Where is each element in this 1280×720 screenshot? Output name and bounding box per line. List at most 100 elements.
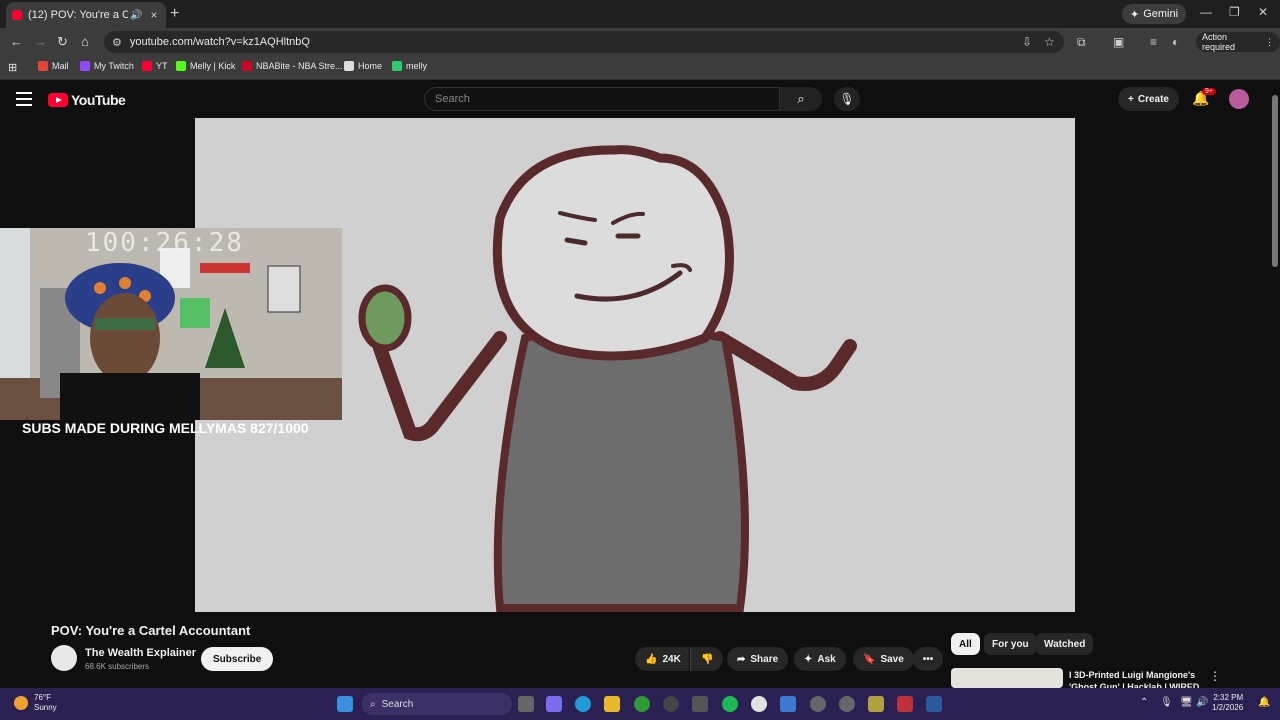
kick-icon <box>176 61 186 71</box>
thumbs-up-icon: 👍 <box>645 653 658 665</box>
create-button[interactable]: + Create <box>1118 87 1179 111</box>
clock-time: 2:32 PM <box>1213 693 1244 702</box>
app-icon[interactable] <box>839 696 855 712</box>
task-view-icon[interactable] <box>518 696 534 712</box>
like-button[interactable]: 👍 24K <box>635 647 689 671</box>
subscribe-button[interactable]: Subscribe <box>201 647 274 671</box>
url-bar[interactable]: ⚙ youtube.com/watch?v=kz1AQHltnbQ <box>104 31 1064 53</box>
youtube-favicon-icon <box>12 10 22 20</box>
youtube-logo[interactable]: YouTube <box>48 92 126 108</box>
reload-icon[interactable]: ↻ <box>57 34 68 50</box>
sidepanel-icon[interactable]: ▣ <box>1113 35 1124 49</box>
minimize-icon[interactable]: — <box>1200 5 1212 19</box>
mic-tray-icon[interactable]: 🎙 <box>1160 697 1173 708</box>
bookmark-mail[interactable]: Mail <box>38 61 69 71</box>
bookmark-label: Mail <box>52 61 69 71</box>
restore-icon[interactable]: ❐ <box>1229 5 1240 19</box>
back-icon[interactable]: ← <box>10 34 23 49</box>
chip-for-you[interactable]: For you <box>984 633 1037 655</box>
microphone-icon: 🎙 <box>839 92 855 106</box>
bookmark-twitch[interactable]: My Twitch <box>80 61 134 71</box>
bookmark-home[interactable]: Home <box>344 61 382 71</box>
spotify-icon[interactable] <box>722 696 738 712</box>
account-avatar[interactable] <box>1229 89 1249 109</box>
weather-condition: Sunny <box>34 703 57 712</box>
close-window-icon[interactable]: ✕ <box>1258 5 1268 19</box>
save-button[interactable]: 🔖 Save <box>853 647 914 671</box>
chrome-icon[interactable] <box>751 696 767 712</box>
install-app-icon[interactable]: ⇩ <box>1022 35 1032 49</box>
bookmark-melly[interactable]: melly <box>392 61 427 71</box>
bookmark-label: melly <box>406 61 428 71</box>
save-label: Save <box>880 653 904 665</box>
tray-chevron-icon[interactable]: ⌃ <box>1140 697 1148 708</box>
copilot-icon[interactable] <box>546 696 562 712</box>
file-explorer-icon[interactable] <box>604 696 620 712</box>
kebab-menu-icon[interactable]: ⋮ <box>1209 669 1221 683</box>
chip-watched[interactable]: Watched <box>1036 633 1094 655</box>
channel-name[interactable]: The Wealth Explainer <box>85 647 196 659</box>
volume-icon[interactable]: 🔊 <box>1196 697 1208 708</box>
notification-badge: 9+ <box>1202 88 1216 95</box>
taskbar-search[interactable]: ⌕ Search <box>362 693 512 715</box>
photos-icon[interactable] <box>780 696 796 712</box>
gemini-button[interactable]: ✦ Gemini <box>1122 4 1187 24</box>
search-input[interactable]: Search <box>424 87 780 111</box>
action-required-button[interactable]: Action required ⋮ <box>1196 32 1280 52</box>
media-player-icon[interactable] <box>810 696 826 712</box>
taskbar-clock[interactable]: 2:32 PM 1/2/2026 <box>1212 693 1243 713</box>
kebab-menu-icon[interactable]: ⋮ <box>1265 37 1274 48</box>
app-icon-3[interactable] <box>897 696 913 712</box>
apps-grid-icon[interactable]: ⊞ <box>8 61 17 74</box>
mail-icon <box>38 61 48 71</box>
extensions-icon[interactable]: ⧉ <box>1077 35 1086 50</box>
share-label: Share <box>750 653 779 665</box>
channel-avatar[interactable] <box>51 645 77 671</box>
bookmark-label: YT <box>156 61 168 71</box>
share-button[interactable]: ➦ Share <box>727 647 789 671</box>
hamburger-menu-icon[interactable] <box>16 92 32 106</box>
home-icon[interactable]: ⌂ <box>81 34 89 49</box>
sparkle-icon: ✦ <box>1130 8 1140 21</box>
bookmark-kick[interactable]: Melly | Kick <box>176 61 235 71</box>
notification-icon[interactable]: 🔔 <box>1258 697 1270 708</box>
obs-icon[interactable] <box>663 696 679 712</box>
gemini-label: Gemini <box>1143 8 1179 20</box>
browser-tab[interactable]: (12) POV: You're a Cartel Ac 🔊 × <box>6 2 166 28</box>
channel-subscriber-count: 68.6K subscribers <box>85 662 150 671</box>
xbox-icon[interactable] <box>634 696 650 712</box>
network-icon[interactable]: 🖥 <box>1180 697 1193 708</box>
edge-icon[interactable] <box>575 696 591 712</box>
page-scrollbar[interactable] <box>1272 95 1278 267</box>
app-icon-2[interactable] <box>868 696 884 712</box>
bookmark-nbabite[interactable]: NBABite - NBA Stre... <box>242 61 343 71</box>
store-icon[interactable] <box>692 696 708 712</box>
bookmark-label: NBABite - NBA Stre... <box>256 61 343 71</box>
forward-icon[interactable]: → <box>34 34 47 49</box>
voice-search-button[interactable]: 🎙 <box>834 87 860 111</box>
search-button[interactable]: ⌕ <box>780 87 822 111</box>
windows-start-icon[interactable] <box>337 696 353 712</box>
profile-icon[interactable]: ◐ <box>1172 35 1179 49</box>
youtube-play-icon <box>48 93 68 107</box>
bookmark-yt[interactable]: YT <box>142 61 168 71</box>
speaker-icon[interactable]: 🔊 <box>130 10 142 21</box>
recommended-title[interactable]: I 3D-Printed Luigi Mangione's 'Ghost Gun… <box>1069 669 1209 689</box>
stream-timer: 100:26:28 <box>85 228 244 258</box>
create-label: Create <box>1137 93 1169 105</box>
new-tab-button[interactable]: + <box>170 5 179 23</box>
reading-list-icon[interactable]: ≡ <box>1150 35 1157 49</box>
recommended-thumbnail[interactable] <box>951 668 1063 688</box>
more-actions-button[interactable]: ••• <box>913 647 943 671</box>
steam-icon[interactable] <box>926 696 942 712</box>
close-tab-icon[interactable]: × <box>150 8 157 22</box>
dislike-button[interactable]: 👎 <box>690 647 724 671</box>
weather-widget[interactable]: 76°F Sunny <box>14 693 57 713</box>
tab-title: (12) POV: You're a Cartel Ac <box>28 9 128 21</box>
chip-all[interactable]: All <box>951 633 980 655</box>
bookmark-label: Home <box>358 61 383 71</box>
site-info-icon[interactable]: ⚙ <box>112 36 122 49</box>
bookmark-star-icon[interactable]: ☆ <box>1044 35 1055 49</box>
ask-button[interactable]: ✦ Ask <box>794 647 846 671</box>
weather-temp: 76°F <box>34 693 51 702</box>
